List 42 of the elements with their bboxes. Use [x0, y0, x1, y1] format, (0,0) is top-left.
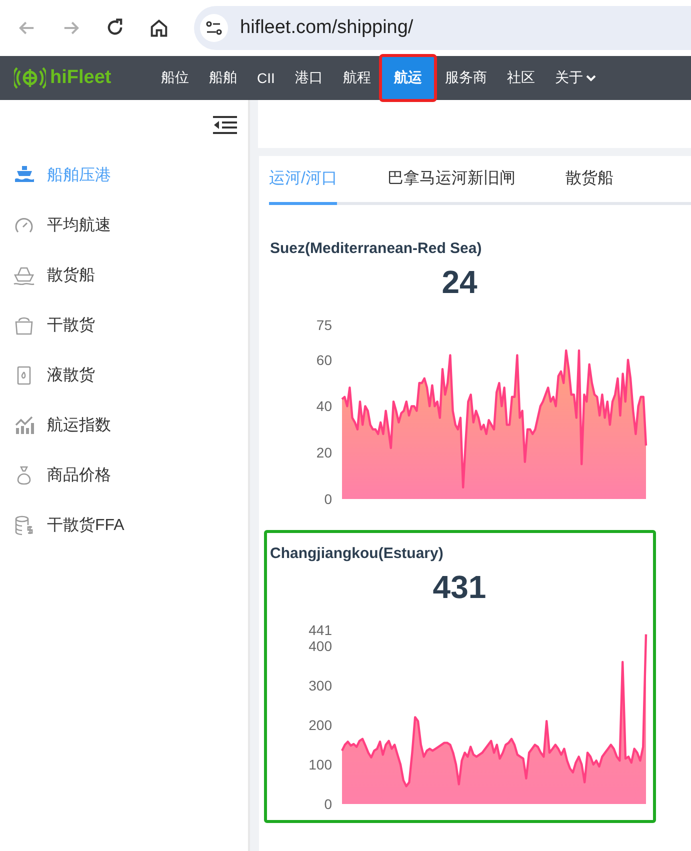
- url-text: hifleet.com/shipping/: [240, 17, 414, 39]
- axis-tick-label: 200: [308, 717, 332, 734]
- axis-tick-label: 75: [316, 317, 332, 333]
- sidebar-item[interactable]: 液散货: [0, 350, 248, 400]
- logo-text: hiFleet: [50, 67, 112, 89]
- nav-link[interactable]: 船舶: [199, 56, 247, 100]
- chart-title: Suez(Mediterranean-Red Sea): [270, 240, 482, 257]
- axis-tick-label: 441: [308, 622, 332, 638]
- axis-tick-label: 300: [308, 678, 332, 694]
- nav-link[interactable]: 船位: [151, 56, 199, 100]
- nav-link[interactable]: 航运: [380, 56, 435, 100]
- sidebar-item[interactable]: 平均航速: [0, 200, 248, 250]
- axis-tick-label: 60: [316, 352, 332, 368]
- count-value: 24: [442, 264, 478, 301]
- tab[interactable]: 巴拿马运河新旧闸: [387, 156, 516, 205]
- axis-tick-label: 400: [308, 638, 332, 654]
- axis-tick-label: 0: [324, 796, 332, 812]
- collapse-menu-icon[interactable]: [212, 115, 238, 135]
- sidebar-item[interactable]: 干散货FFA: [0, 500, 248, 550]
- logo-icon: [14, 66, 46, 90]
- home-icon[interactable]: [148, 17, 170, 39]
- address-bar[interactable]: hifleet.com/shipping/: [194, 6, 691, 50]
- chart-up-icon: [13, 414, 35, 436]
- axis-tick-label: 100: [308, 756, 332, 773]
- nav-link[interactable]: 港口: [284, 56, 333, 100]
- tab[interactable]: 散货船: [565, 156, 614, 205]
- axis-tick-label: 20: [316, 444, 332, 461]
- nav-link[interactable]: 关于: [544, 56, 607, 100]
- sidebar-item[interactable]: 干散货: [0, 300, 248, 350]
- nav-link[interactable]: 服务商: [434, 56, 497, 100]
- sidebar-item[interactable]: 商品价格: [0, 450, 248, 500]
- site-settings-icon[interactable]: [200, 14, 228, 42]
- chart-title: Changjiangkou(Estuary): [270, 545, 444, 562]
- sidebar-item[interactable]: 航运指数: [0, 400, 248, 450]
- axis-tick-label: 40: [316, 398, 332, 414]
- database-dollar-icon: [13, 514, 35, 536]
- sidebar-item[interactable]: 散货船: [0, 250, 248, 300]
- nav-link[interactable]: 社区: [496, 56, 545, 100]
- count-value: 431: [432, 569, 486, 606]
- nav-link[interactable]: CII: [247, 56, 285, 100]
- axis-tick-label: 0: [324, 491, 332, 507]
- nav-link[interactable]: 航程: [332, 56, 381, 100]
